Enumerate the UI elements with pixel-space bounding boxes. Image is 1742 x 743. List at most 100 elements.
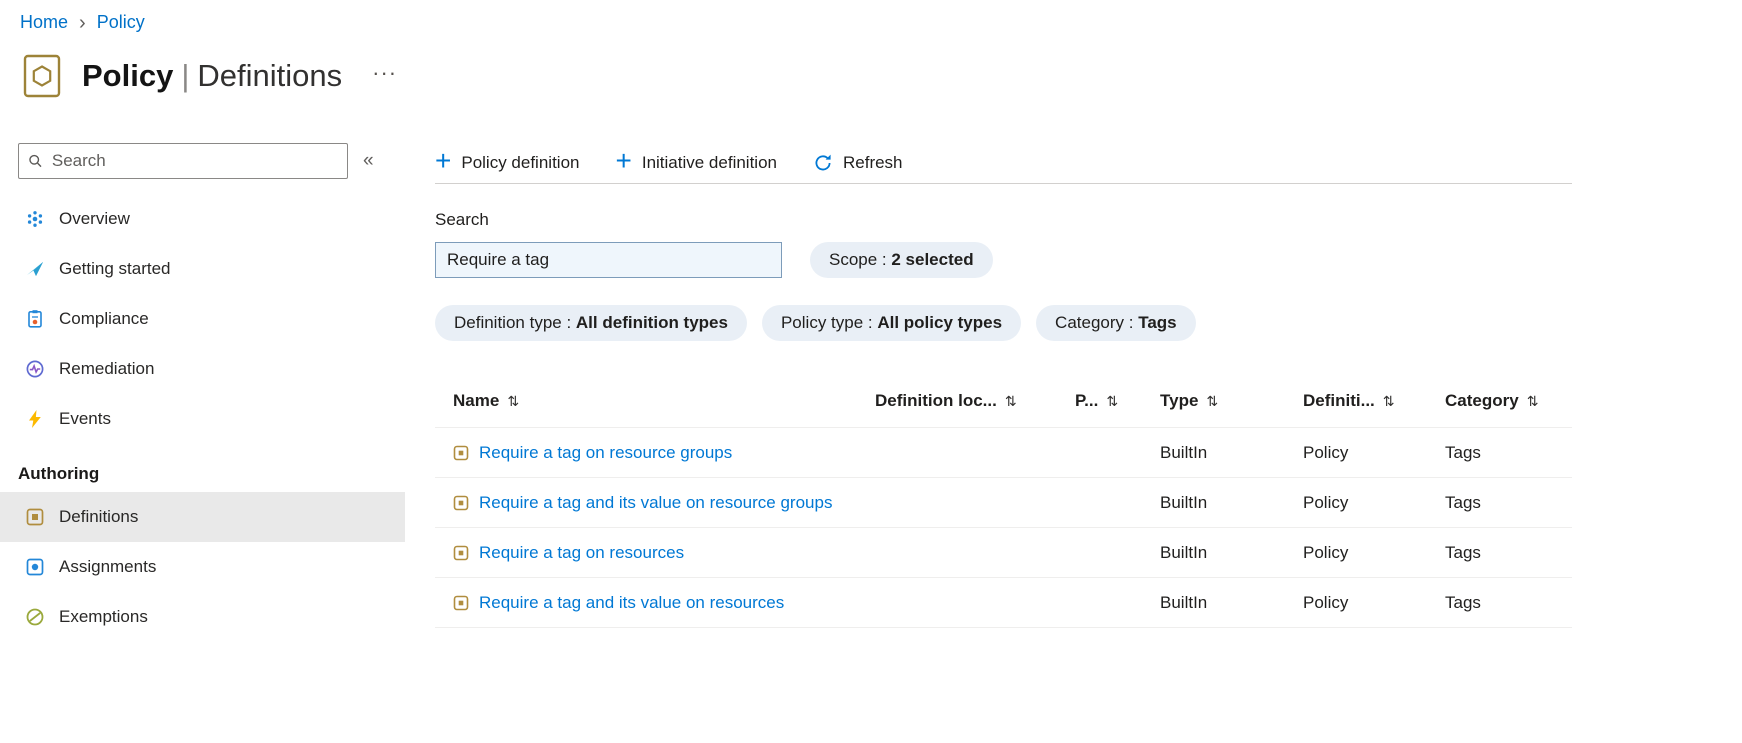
search-label: Search: [435, 210, 489, 229]
table-row[interactable]: Require a tag and its value on resources…: [435, 578, 1572, 628]
breadcrumb-home-link[interactable]: Home: [20, 12, 68, 33]
sort-icon: ⇅: [1206, 392, 1219, 409]
pill-value: Tags: [1138, 313, 1177, 332]
sort-icon: ⇅: [507, 392, 520, 409]
sidebar: « Overview: [0, 143, 405, 642]
cell-name: Require a tag on resources: [435, 543, 875, 563]
policy-row-icon: [453, 495, 469, 511]
cell-type: BuiltIn: [1160, 592, 1208, 612]
command-bar: + Policy definition + Initiative definit…: [435, 143, 1572, 184]
cell-type: BuiltIn: [1160, 492, 1208, 512]
chevron-right-icon: ›: [79, 11, 86, 34]
sidebar-item-events[interactable]: Events: [0, 394, 405, 444]
command-label: Initiative definition: [641, 153, 777, 172]
sidebar-item-label: Definitions: [59, 507, 139, 526]
page-title-primary: Policy: [82, 58, 174, 93]
sidebar-item-exemptions[interactable]: Exemptions: [0, 592, 405, 642]
sidebar-item-label: Overview: [59, 209, 130, 228]
getting-started-icon: [25, 259, 45, 279]
filter-pill-policy-type[interactable]: Policy type : All policy types: [761, 305, 1022, 341]
pill-name: Definition type: [454, 313, 562, 332]
filter-pill-category[interactable]: Category : Tags: [1036, 305, 1196, 341]
pill-name: Policy type: [780, 313, 864, 332]
cell-name: Require a tag on resource groups: [435, 443, 875, 463]
remediation-icon: [25, 359, 45, 379]
policy-definition-button[interactable]: + Policy definition: [435, 145, 580, 177]
policy-page-icon: [23, 54, 61, 98]
sidebar-item-label: Remediation: [59, 359, 155, 378]
pill-separator: :: [561, 313, 576, 332]
sidebar-search-input[interactable]: [49, 150, 338, 172]
refresh-icon: [815, 154, 831, 171]
column-header-category[interactable]: Category ⇅: [1445, 391, 1570, 411]
refresh-button[interactable]: Refresh: [813, 153, 903, 173]
policy-row-icon: [453, 545, 469, 561]
definition-link[interactable]: Require a tag on resources: [479, 543, 684, 563]
compliance-icon: [25, 309, 45, 329]
cell-type: BuiltIn: [1160, 442, 1208, 462]
sidebar-item-remediation[interactable]: Remediation: [0, 344, 405, 394]
pill-name: Category: [1055, 313, 1125, 332]
table-row[interactable]: Require a tag and its value on resource …: [435, 478, 1572, 528]
events-icon: [25, 409, 45, 429]
exemptions-icon: [25, 607, 45, 627]
sidebar-item-label: Compliance: [59, 309, 149, 328]
add-icon: +: [615, 145, 632, 177]
column-header-definition-type[interactable]: Definiti... ⇅: [1303, 391, 1445, 411]
sidebar-item-assignments[interactable]: Assignments: [0, 542, 405, 592]
page-title-secondary: Definitions: [197, 58, 343, 93]
add-icon: +: [435, 145, 452, 177]
more-options-button[interactable]: ···: [372, 60, 397, 86]
cell-definition-type: Policy: [1303, 492, 1349, 512]
sidebar-section-authoring: Authoring: [18, 464, 100, 483]
pill-value: All definition types: [575, 313, 728, 332]
sidebar-item-label: Events: [59, 409, 111, 428]
pill-value: All policy types: [877, 313, 1003, 332]
sort-icon: ⇅: [1382, 392, 1395, 409]
sidebar-item-definitions[interactable]: Definitions: [0, 492, 405, 542]
breadcrumb-policy-link[interactable]: Policy: [97, 12, 145, 33]
sidebar-item-getting-started[interactable]: Getting started: [0, 244, 405, 294]
definition-link[interactable]: Require a tag on resource groups: [479, 443, 732, 463]
sort-icon: ⇅: [1004, 392, 1017, 409]
page-title-separator: |: [181, 58, 190, 93]
policy-row-icon: [453, 595, 469, 611]
cell-category: Tags: [1445, 442, 1481, 462]
sort-icon: ⇅: [1106, 392, 1119, 409]
overview-icon: [25, 209, 45, 229]
table-row[interactable]: Require a tag on resource groups BuiltIn…: [435, 428, 1572, 478]
sidebar-item-compliance[interactable]: Compliance: [0, 294, 405, 344]
cell-name: Require a tag and its value on resource …: [435, 493, 875, 513]
column-header-type[interactable]: Type ⇅: [1160, 391, 1303, 411]
cell-definition-type: Policy: [1303, 592, 1349, 612]
initiative-definition-button[interactable]: + Initiative definition: [615, 145, 777, 177]
definition-link[interactable]: Require a tag and its value on resources: [479, 593, 784, 613]
cell-category: Tags: [1445, 592, 1481, 612]
filter-pill-scope[interactable]: Scope : 2 selected: [810, 242, 993, 278]
collapse-sidebar-button[interactable]: «: [363, 150, 374, 172]
sidebar-item-overview[interactable]: Overview: [0, 194, 405, 244]
definition-search-input[interactable]: [435, 242, 782, 278]
column-header-name[interactable]: Name ⇅: [435, 391, 875, 411]
policy-row-icon: [453, 445, 469, 461]
cell-definition-type: Policy: [1303, 542, 1349, 562]
pill-separator: :: [863, 313, 878, 332]
filter-pill-definition-type[interactable]: Definition type : All definition types: [435, 305, 747, 341]
breadcrumb: Home › Policy: [0, 0, 1742, 33]
sidebar-item-label: Assignments: [59, 557, 157, 576]
sort-icon: ⇅: [1526, 392, 1539, 409]
sidebar-search-box[interactable]: [18, 143, 348, 179]
page-title: Policy | Definitions: [82, 58, 342, 94]
table-row[interactable]: Require a tag on resources BuiltIn Polic…: [435, 528, 1572, 578]
title-bar: Policy | Definitions ···: [22, 53, 1742, 99]
definition-link[interactable]: Require a tag and its value on resource …: [479, 493, 832, 513]
sidebar-item-label: Exemptions: [59, 607, 148, 626]
column-header-definition-location[interactable]: Definition loc... ⇅: [875, 391, 1075, 411]
search-icon: [29, 154, 42, 168]
pill-separator: :: [877, 250, 892, 269]
column-header-p[interactable]: P... ⇅: [1075, 391, 1160, 411]
table-header: Name ⇅ Definition loc... ⇅ P... ⇅ Type ⇅…: [435, 381, 1572, 428]
cell-category: Tags: [1445, 492, 1481, 512]
cell-category: Tags: [1445, 542, 1481, 562]
command-label: Policy definition: [461, 153, 580, 172]
